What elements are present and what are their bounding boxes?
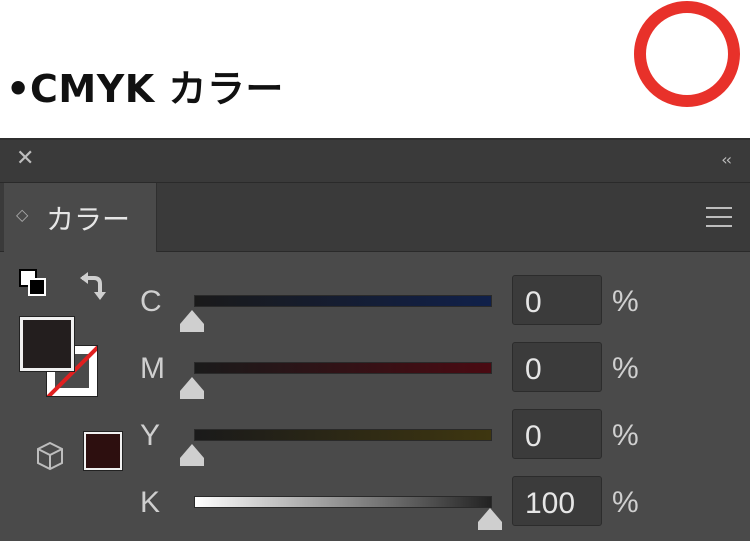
yellow-label: Y [140, 419, 161, 452]
heading-bullet: • [6, 67, 31, 111]
yellow-value-field[interactable]: 0 [512, 409, 602, 459]
cyan-slider[interactable] [194, 295, 492, 307]
swap-fill-stroke-icon[interactable] [78, 270, 106, 302]
cyan-unit: % [612, 285, 639, 318]
black-slider-thumb[interactable] [478, 508, 502, 530]
tab-color[interactable]: ◇ カラー [4, 183, 157, 252]
magenta-slider[interactable] [194, 362, 492, 374]
black-slider[interactable] [194, 496, 492, 508]
close-icon[interactable]: ✕ [16, 146, 34, 171]
magenta-unit: % [612, 352, 639, 385]
black-label: K [140, 486, 161, 519]
black-unit: % [612, 486, 639, 519]
red-circle-annotation [634, 1, 740, 107]
fill-swatch[interactable] [19, 316, 75, 372]
heading: •CMYK カラー [6, 58, 284, 113]
panel-titlebar: ✕ ‹‹ [0, 140, 750, 183]
tab-arrows-icon[interactable]: ◇ [16, 205, 28, 224]
magenta-slider-thumb[interactable] [180, 377, 204, 399]
default-fill-stroke-icon[interactable] [18, 268, 48, 298]
color-panel: ✕ ‹‹ ◇ カラー C 0 % M 0 % Y 0 % K 100 % [0, 138, 750, 541]
collapse-icon[interactable]: ‹‹ [721, 150, 732, 169]
panel-tabrow: ◇ カラー [0, 183, 750, 252]
panel-menu-icon[interactable] [706, 207, 732, 234]
web-safe-swatch[interactable] [83, 431, 123, 471]
cyan-value-field[interactable]: 0 [512, 275, 602, 325]
tab-label: カラー [46, 203, 131, 236]
yellow-slider-thumb[interactable] [180, 444, 204, 466]
yellow-slider[interactable] [194, 429, 492, 441]
out-of-gamut-cube-icon[interactable] [34, 440, 66, 472]
heading-text: CMYK カラー [30, 67, 284, 111]
yellow-unit: % [612, 419, 639, 452]
cyan-slider-thumb[interactable] [180, 310, 204, 332]
magenta-label: M [140, 352, 165, 385]
cyan-label: C [140, 285, 162, 318]
black-value-field[interactable]: 100 [512, 476, 602, 526]
magenta-value-field[interactable]: 0 [512, 342, 602, 392]
